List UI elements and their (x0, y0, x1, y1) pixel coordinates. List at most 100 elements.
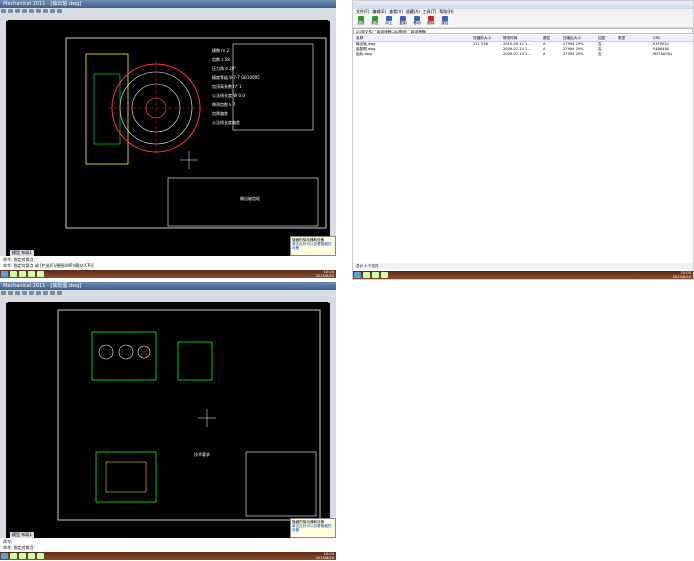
save-icon[interactable] (15, 9, 20, 13)
menu-view[interactable]: 查看(V) (389, 9, 403, 14)
redo-icon[interactable] (36, 9, 41, 13)
param-row: 模数 m 2 (212, 48, 230, 53)
forward-button[interactable]: 前进 (369, 16, 381, 26)
taskbar-app-icon[interactable] (37, 271, 44, 277)
taskbar-app-icon[interactable] (10, 271, 17, 277)
window-title: Mechanical 2011 - [输出轴.dwg] (0, 0, 336, 8)
param-row: 齿厚偏差 (212, 111, 228, 116)
taskbar-app-icon[interactable] (363, 272, 370, 278)
taskbar[interactable]: 10:04 2013/6/20 (0, 270, 336, 278)
col-name[interactable]: 名称 (356, 35, 363, 41)
new-icon[interactable] (1, 291, 6, 295)
file-name: 齿轮.dwg (356, 52, 372, 56)
param-table: 模数 m 2 齿数 z 58 压力角 α 20° 精度等级 8-7-7 GB10… (212, 46, 288, 127)
start-button-icon[interactable] (1, 553, 8, 559)
balloon-link[interactable]: 单击此处可以查看隐藏的设备 (292, 242, 334, 250)
tech-req-title: 技术要求 (194, 452, 210, 457)
tab-layout1[interactable]: 布局1 (21, 532, 32, 537)
command-line[interactable]: 命令: 指定对角点: 命令: 指定对角点 或 [栏选(F)/圈围(WP)/圈交(… (0, 256, 336, 270)
clock[interactable]: 10:04 2013/6/20 (316, 270, 334, 278)
col-attr[interactable]: 属性 (543, 35, 550, 41)
col-enc[interactable]: 加密 (598, 35, 605, 41)
cad-window-bottom: Mechanical 2011 - [装配图.dwg] 技术要求 模型 布局1 … (0, 282, 336, 560)
col-type[interactable]: 类型 (618, 35, 625, 41)
menu-edit[interactable]: 编辑(E) (372, 9, 386, 14)
save-icon[interactable] (15, 291, 20, 295)
copy-button[interactable]: 复制 (397, 16, 409, 26)
zoom-icon[interactable] (50, 9, 55, 13)
menu-file[interactable]: 文件(F) (356, 9, 369, 14)
taskbar-app-icon[interactable] (19, 271, 26, 277)
taskbar[interactable]: 10:04 2013/6/20 (0, 552, 336, 560)
zoom-icon[interactable] (50, 291, 55, 295)
delete-button[interactable]: 删除 (425, 16, 437, 26)
tab-layout1[interactable]: 布局1 (21, 250, 32, 255)
undo-icon[interactable] (29, 9, 34, 13)
pan-icon[interactable] (43, 9, 48, 13)
taskbar-app-icon[interactable] (28, 553, 35, 559)
param-row: 公法线长度偏差 (212, 120, 240, 125)
col-packed[interactable]: 压缩后大小 (563, 35, 581, 41)
param-row: 齿数 z 58 (212, 57, 230, 62)
up-button[interactable]: 向上 (383, 16, 395, 26)
drawing-canvas[interactable]: 技术要求 模型 布局1 (8, 302, 328, 538)
col-crc[interactable]: CRC (653, 35, 660, 41)
layer-icon[interactable] (57, 9, 62, 13)
layer-icon[interactable] (57, 291, 62, 295)
menu-favorites[interactable]: 收藏(A) (406, 9, 420, 14)
file-row[interactable]: 齿轮.dwg 2009-07-14 1... A 27994 29% 否 9D7… (353, 52, 693, 57)
undo-icon[interactable] (29, 291, 34, 295)
start-button-icon[interactable] (1, 271, 8, 277)
column-headers[interactable]: 名称 压缩前大小 修改时间 属性 压缩后大小 加密 类型 CRC (353, 35, 693, 42)
modify-toolbar[interactable] (330, 302, 336, 538)
title-block-name: 输出轴齿轮 (240, 196, 260, 201)
open-icon[interactable] (8, 291, 13, 295)
assembly-drawing (57, 309, 321, 521)
param-row: 齿顶高系数 h* 1 (212, 84, 242, 89)
command-line[interactable]: 命令: 命令: 指定对角点: (0, 538, 336, 552)
draw-toolbar[interactable] (0, 302, 6, 538)
start-button-icon[interactable] (354, 272, 361, 278)
pan-icon[interactable] (43, 291, 48, 295)
param-row: 跨测齿数 k 7 (212, 102, 236, 107)
taskbar-app-icon[interactable] (381, 272, 388, 278)
window-title: Mechanical 2011 - [装配图.dwg] (0, 282, 336, 290)
taskbar-app-icon[interactable] (372, 272, 379, 278)
back-button[interactable]: 后退 (355, 16, 367, 26)
taskbar-app-icon[interactable] (10, 553, 17, 559)
open-icon[interactable] (8, 9, 13, 13)
param-row: 压力角 α 20° (212, 66, 237, 71)
param-row: 精度等级 8-7-7 GB10095 (212, 75, 260, 80)
taskbar[interactable]: 10:03 2013/6/20 (353, 271, 693, 279)
draw-toolbar[interactable] (0, 20, 6, 256)
param-row: 公法线长度 W 0.0 (212, 93, 245, 98)
tab-model[interactable]: 模型 (12, 532, 20, 537)
redo-icon[interactable] (36, 291, 41, 295)
new-icon[interactable] (1, 9, 6, 13)
address-bar[interactable]: D:\原文件\二级减速器CAD图纸\二级减速器\ (353, 28, 693, 34)
drawing-canvas[interactable]: 模数 m 2 齿数 z 58 压力角 α 20° 精度等级 8-7-7 GB10… (8, 20, 328, 256)
balloon-link[interactable]: 单击此处可以查看隐藏的设备 (292, 524, 334, 532)
print-icon[interactable] (22, 9, 27, 13)
print-icon[interactable] (22, 291, 27, 295)
taskbar-app-icon[interactable] (37, 553, 44, 559)
status-bar: 总计 3 个文件 (353, 263, 693, 269)
notification-balloon[interactable]: 隐藏的驱动器和设备 单击此处可以查看隐藏的设备 (290, 518, 336, 538)
notification-balloon[interactable]: 隐藏的驱动器和设备 单击此处可以查看隐藏的设备 (290, 236, 336, 256)
modify-toolbar[interactable] (330, 20, 336, 256)
properties-button[interactable]: 属性 (439, 16, 451, 26)
archive-window: 文件(F) 编辑(E) 查看(V) 收藏(A) 工具(T) 帮助(H) 后退 前进 向上 … (352, 0, 694, 280)
clock[interactable]: 10:03 2013/6/20 (673, 271, 691, 279)
move-button[interactable]: 移动 (411, 16, 423, 26)
toolbar[interactable]: 后退 前进 向上 复制 移动 删除 属性 (353, 15, 693, 28)
clock[interactable]: 10:04 2013/6/20 (316, 552, 334, 560)
taskbar-app-icon[interactable] (28, 271, 35, 277)
col-size[interactable]: 压缩前大小 (473, 35, 491, 41)
taskbar-app-icon[interactable] (19, 553, 26, 559)
col-date[interactable]: 修改时间 (503, 35, 517, 41)
menu-tools[interactable]: 工具(T) (423, 9, 437, 14)
window-title (353, 1, 693, 9)
cad-window-top: Mechanical 2011 - [输出轴.dwg] 模数 m 2 齿数 z … (0, 0, 336, 278)
tab-model[interactable]: 模型 (12, 250, 20, 255)
menu-help[interactable]: 帮助(H) (439, 9, 453, 14)
